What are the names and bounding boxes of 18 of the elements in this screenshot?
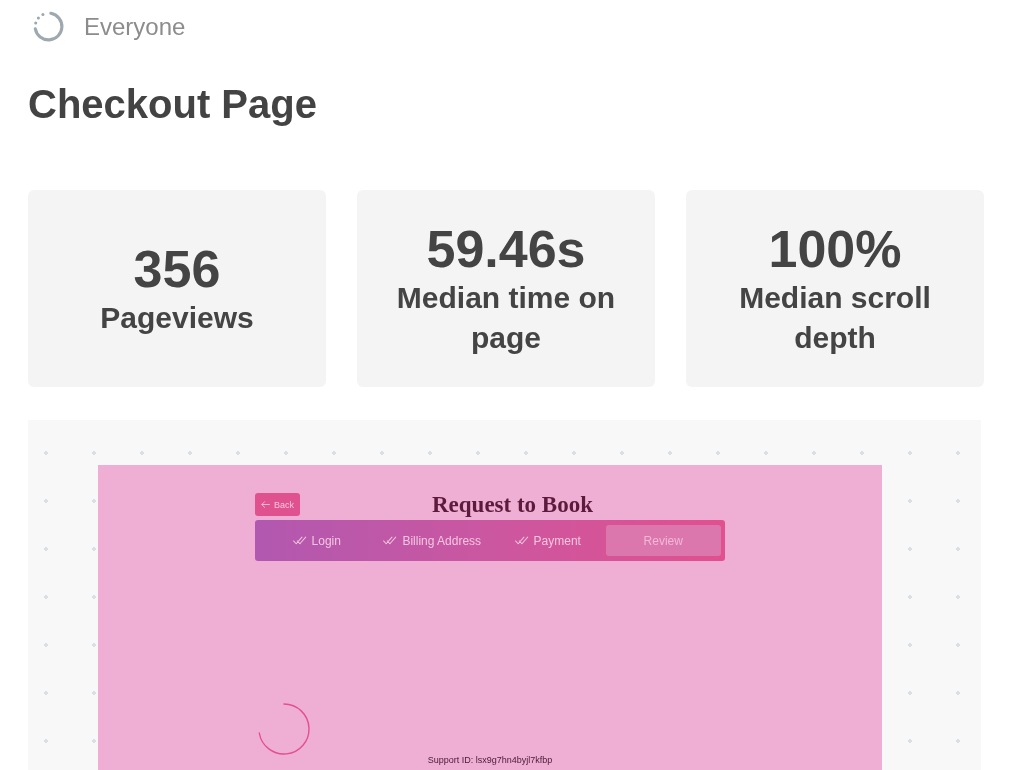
stepper-step[interactable]: Review	[605, 525, 721, 556]
page-title: Checkout Page	[28, 81, 318, 127]
support-id-text: Support ID: lsx9g7hn4byjl7kfbp	[427, 755, 553, 766]
stat-label: Median time on page	[395, 279, 617, 356]
stat-value: 100%	[768, 219, 902, 278]
stat-value: 59.46s	[426, 219, 586, 278]
page-heading: Request to Book	[431, 493, 594, 516]
loading-spinner-icon	[258, 703, 310, 755]
stat-value: 356	[133, 239, 221, 298]
arrow-left-icon	[261, 501, 270, 508]
segment-label: Everyone	[84, 14, 186, 39]
stepper-step[interactable]: Billing Address	[374, 525, 490, 556]
stat-label: Pageviews	[100, 299, 254, 336]
stepper-step[interactable]: Login	[259, 525, 375, 556]
stepper-step[interactable]: Payment	[490, 525, 606, 556]
dotted-ring-icon	[32, 10, 65, 43]
stat-label: Median scroll depth	[738, 279, 932, 356]
back-button[interactable]: Back	[255, 493, 300, 516]
